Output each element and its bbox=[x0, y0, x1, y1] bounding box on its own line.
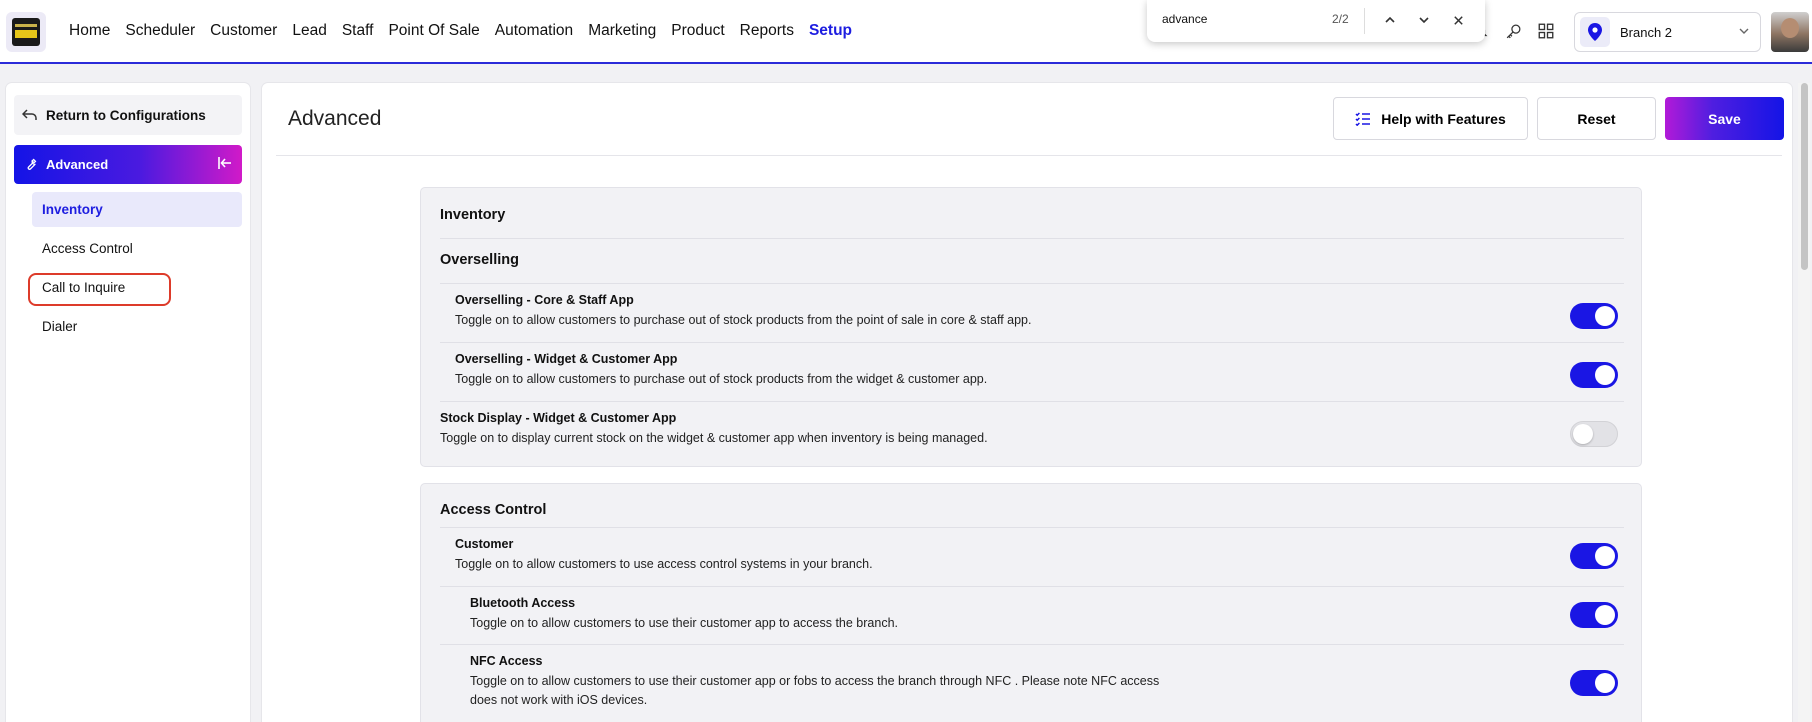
chevron-down-icon bbox=[1738, 25, 1750, 40]
find-close-button[interactable] bbox=[1447, 9, 1469, 31]
setting-title: Bluetooth Access bbox=[470, 596, 576, 610]
sidebar-item-inventory[interactable]: Inventory bbox=[32, 192, 242, 227]
setting-title: Overselling - Widget & Customer App bbox=[455, 352, 678, 366]
find-separator bbox=[1364, 8, 1365, 34]
divider bbox=[440, 586, 1624, 587]
nav-automation[interactable]: Automation bbox=[495, 22, 573, 40]
branch-selector[interactable]: Branch 2 bbox=[1574, 12, 1761, 52]
nav-product[interactable]: Product bbox=[671, 22, 724, 40]
overselling-widget-customer-toggle[interactable] bbox=[1570, 362, 1618, 388]
location-pin-icon bbox=[1580, 17, 1610, 47]
toggle-knob bbox=[1595, 306, 1615, 326]
config-sidebar: Return to Configurations Advanced Invent… bbox=[6, 83, 250, 722]
setting-title: Overselling - Core & Staff App bbox=[455, 293, 634, 307]
advanced-label: Advanced bbox=[46, 157, 109, 172]
key-icon[interactable] bbox=[1502, 20, 1524, 42]
branch-label: Branch 2 bbox=[1620, 24, 1673, 40]
return-to-configurations-link[interactable]: Return to Configurations bbox=[14, 95, 242, 135]
top-navigation-bar: Home Scheduler Customer Lead Staff Point… bbox=[0, 0, 1812, 64]
help-with-features-button[interactable]: Help with Features bbox=[1333, 97, 1528, 140]
setting-description: Toggle on to allow customers to use thei… bbox=[470, 616, 899, 630]
main-content: Advanced Help with Features Reset Save I… bbox=[262, 83, 1792, 722]
user-avatar[interactable] bbox=[1771, 12, 1809, 52]
nav-home[interactable]: Home bbox=[69, 22, 110, 40]
setting-description: Toggle on to allow customers to use acce… bbox=[455, 557, 873, 571]
setting-description: Toggle on to allow customers to purchase… bbox=[455, 372, 988, 386]
setting-title: Stock Display - Widget & Customer App bbox=[440, 411, 677, 425]
divider bbox=[440, 283, 1624, 284]
main-nav: Home Scheduler Customer Lead Staff Point… bbox=[69, 0, 852, 62]
divider bbox=[440, 527, 1624, 528]
setting-title: NFC Access bbox=[470, 654, 543, 668]
find-next-button[interactable] bbox=[1413, 9, 1435, 31]
find-previous-button[interactable] bbox=[1379, 9, 1401, 31]
inventory-panel: Inventory Overselling Overselling - Core… bbox=[420, 187, 1642, 467]
scrollbar-thumb[interactable] bbox=[1801, 83, 1808, 270]
access-control-heading: Access Control bbox=[440, 502, 547, 518]
page-title: Advanced bbox=[288, 107, 382, 130]
setting-description: Toggle on to display current stock on th… bbox=[440, 431, 988, 445]
sidebar-item-dialer[interactable]: Dialer bbox=[32, 309, 242, 344]
sidebar-item-access-control[interactable]: Access Control bbox=[32, 231, 242, 266]
setting-description: Toggle on to allow customers to use thei… bbox=[470, 674, 1160, 688]
nav-staff[interactable]: Staff bbox=[342, 22, 374, 40]
bluetooth-access-toggle[interactable] bbox=[1570, 602, 1618, 628]
nav-reports[interactable]: Reports bbox=[740, 22, 794, 40]
logo-mark bbox=[12, 18, 40, 46]
overselling-core-staff-toggle[interactable] bbox=[1570, 303, 1618, 329]
toggle-knob bbox=[1595, 546, 1615, 566]
wrench-icon bbox=[23, 157, 38, 172]
toggle-knob bbox=[1595, 673, 1615, 693]
toggle-knob bbox=[1595, 365, 1615, 385]
setting-description-continued: does not work with iOS devices. bbox=[470, 693, 648, 707]
app-logo[interactable] bbox=[6, 12, 46, 52]
back-arrow-icon bbox=[22, 108, 38, 122]
nav-customer[interactable]: Customer bbox=[210, 22, 277, 40]
nav-point-of-sale[interactable]: Point Of Sale bbox=[388, 22, 479, 40]
find-match-count: 2/2 bbox=[1332, 12, 1349, 26]
help-label: Help with Features bbox=[1381, 110, 1506, 127]
toggle-knob bbox=[1595, 605, 1615, 625]
nav-scheduler[interactable]: Scheduler bbox=[125, 22, 195, 40]
sidebar-section-advanced[interactable]: Advanced bbox=[14, 145, 242, 184]
checklist-icon bbox=[1355, 111, 1371, 126]
setting-title: Customer bbox=[455, 537, 514, 551]
access-control-panel: Access Control Customer Toggle on to all… bbox=[420, 483, 1642, 722]
header-divider bbox=[276, 155, 1782, 156]
divider bbox=[440, 342, 1624, 343]
stock-display-toggle[interactable] bbox=[1570, 421, 1618, 447]
inventory-heading: Inventory bbox=[440, 207, 506, 223]
nav-marketing[interactable]: Marketing bbox=[588, 22, 656, 40]
overselling-heading: Overselling bbox=[440, 252, 519, 268]
divider bbox=[440, 238, 1624, 239]
return-label: Return to Configurations bbox=[46, 107, 206, 123]
toggle-knob bbox=[1573, 424, 1593, 444]
find-input[interactable] bbox=[1162, 12, 1327, 26]
page-scrollbar[interactable] bbox=[1798, 83, 1810, 722]
divider bbox=[440, 401, 1624, 402]
customer-access-toggle[interactable] bbox=[1570, 543, 1618, 569]
nav-setup[interactable]: Setup bbox=[809, 22, 852, 40]
divider bbox=[440, 644, 1624, 645]
nav-lead[interactable]: Lead bbox=[292, 22, 326, 40]
setting-description: Toggle on to allow customers to purchase… bbox=[455, 313, 1032, 327]
reset-button[interactable]: Reset bbox=[1537, 97, 1656, 140]
save-button[interactable]: Save bbox=[1665, 97, 1784, 140]
collapse-sidebar-icon[interactable] bbox=[217, 155, 233, 171]
sidebar-item-call-to-inquire[interactable]: Call to Inquire bbox=[32, 270, 242, 305]
nfc-access-toggle[interactable] bbox=[1570, 670, 1618, 696]
apps-grid-icon[interactable] bbox=[1535, 20, 1557, 42]
find-in-page-bar: 2/2 bbox=[1147, 0, 1485, 42]
